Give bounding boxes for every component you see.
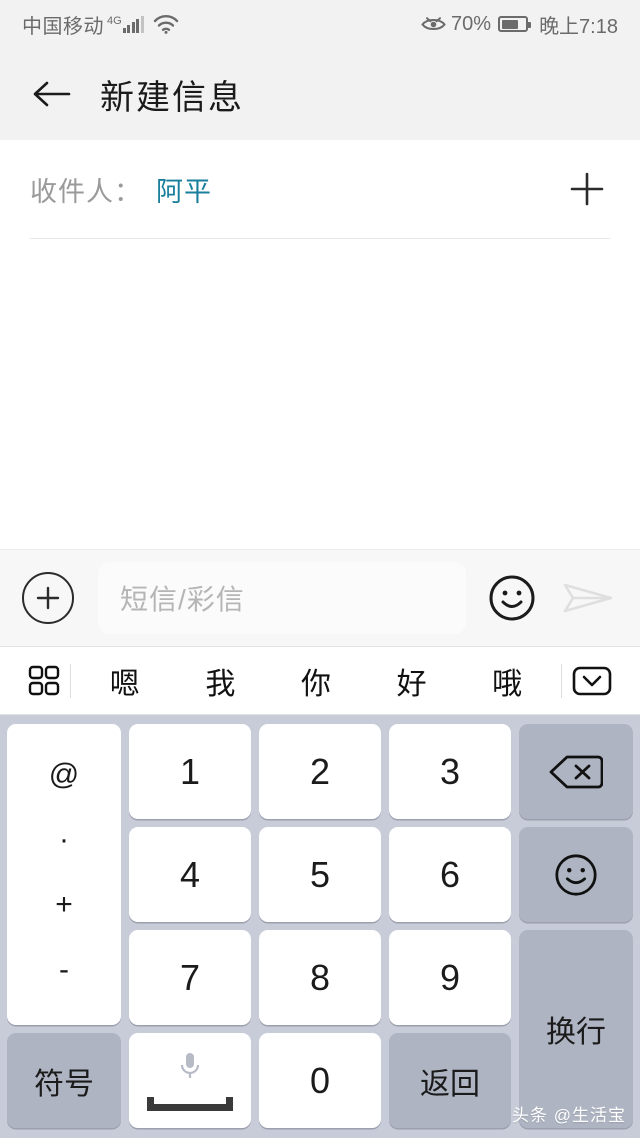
key-emoji[interactable] (519, 827, 633, 922)
title-bar: 新建信息 (0, 48, 640, 140)
wifi-icon (153, 14, 179, 34)
send-icon[interactable] (558, 572, 618, 624)
eye-icon (421, 15, 446, 33)
key-7[interactable]: 7 (129, 930, 251, 1025)
compose-area: 收件人： 阿平 (0, 140, 640, 549)
suggestion-word[interactable]: 好 (391, 659, 433, 703)
carrier-label: 中国移动 (22, 15, 104, 38)
suggestion-separator-left (70, 663, 71, 698)
key-0[interactable]: 0 (259, 1033, 381, 1128)
clock-label: 晚上7:18 (539, 15, 618, 38)
suggestion-word[interactable]: 你 (295, 659, 337, 703)
battery-icon (498, 16, 532, 32)
suggestion-word[interactable]: 我 (199, 659, 241, 703)
battery-percent-label: 70% (451, 12, 492, 35)
watermark: 头条 @生活宝 (512, 1106, 626, 1125)
status-bar-left: 中国移动 4G (22, 10, 179, 39)
status-bar: 中国移动 4G 70% 晚上7:18 (0, 0, 640, 48)
space-bar-indicator (147, 1097, 233, 1111)
key-5[interactable]: 5 (259, 827, 381, 922)
key-symbols[interactable]: 符号 (7, 1033, 121, 1128)
recipient-label: 收件人： (30, 176, 142, 207)
key-newline[interactable]: 换行 (519, 930, 633, 1128)
back-arrow-icon[interactable] (30, 73, 72, 115)
numeric-keyboard: @ · + - 1 2 3 4 5 6 7 8 9 换行 符号 0 返回 (0, 715, 640, 1138)
key-1[interactable]: 1 (129, 724, 251, 819)
suggestion-word-list: 嗯 我 你 好 哦 (77, 659, 555, 703)
status-bar-right: 70% 晚上7:18 (421, 10, 618, 39)
suggestion-separator-right (561, 663, 562, 698)
key-dot[interactable]: · (59, 824, 69, 855)
recipient-chip[interactable]: 阿平 (156, 170, 212, 209)
phone-screen: 中国移动 4G 70% 晚上7:18 新建信息 收件人： 阿平 短信/彩信 嗯 … (0, 0, 640, 1138)
key-8[interactable]: 8 (259, 930, 381, 1025)
key-minus[interactable]: - (59, 955, 69, 985)
key-6[interactable]: 6 (389, 827, 511, 922)
key-at[interactable]: @ (49, 759, 79, 790)
message-input-field[interactable]: 短信/彩信 (98, 562, 466, 634)
key-4[interactable]: 4 (129, 827, 251, 922)
signal-strength-icon (122, 15, 144, 33)
message-body-area[interactable] (0, 239, 640, 549)
key-9[interactable]: 9 (389, 930, 511, 1025)
key-plus[interactable]: + (55, 890, 73, 920)
key-2[interactable]: 2 (259, 724, 381, 819)
plus-icon[interactable] (564, 166, 610, 212)
message-input-bar: 短信/彩信 (0, 549, 640, 647)
chevron-down-box-icon[interactable] (568, 664, 616, 698)
smiley-icon[interactable] (486, 572, 538, 624)
page-title: 新建信息 (100, 78, 244, 117)
message-input-placeholder: 短信/彩信 (120, 584, 245, 615)
key-return[interactable]: 返回 (389, 1033, 511, 1128)
suggestion-bar: 嗯 我 你 好 哦 (0, 647, 640, 715)
key-symbol-column[interactable]: @ · + - (7, 724, 121, 1025)
network-type-label: 4G (107, 14, 122, 27)
key-backspace[interactable] (519, 724, 633, 819)
grid-icon[interactable] (24, 664, 64, 698)
plus-circle-icon[interactable] (22, 572, 74, 624)
microphone-icon (175, 1050, 205, 1084)
key-3[interactable]: 3 (389, 724, 511, 819)
suggestion-word[interactable]: 嗯 (104, 659, 146, 703)
key-space[interactable] (129, 1033, 251, 1128)
suggestion-word[interactable]: 哦 (486, 659, 528, 703)
recipient-row[interactable]: 收件人： 阿平 (0, 140, 640, 238)
